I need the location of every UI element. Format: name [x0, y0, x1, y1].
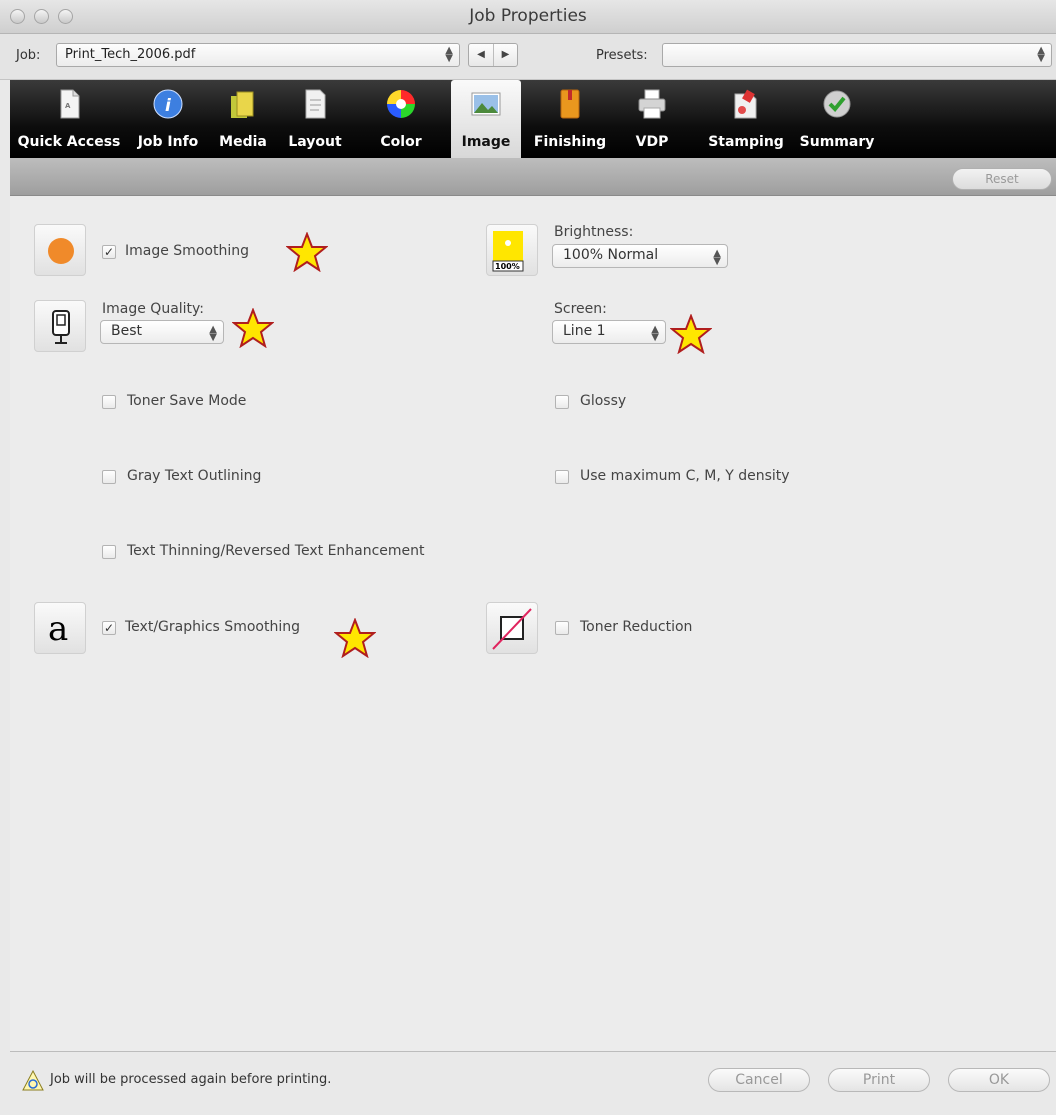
- svg-text:A: A: [65, 102, 71, 110]
- svg-text:100%: 100%: [495, 262, 520, 271]
- toner-reduction-icon: [486, 602, 538, 654]
- image-icon: [471, 92, 501, 116]
- stamping-icon: [734, 89, 757, 119]
- status-message: Job will be processed again before print…: [50, 1072, 332, 1087]
- star-icon: [670, 314, 712, 354]
- updown-arrows-icon: ▲ ▼: [651, 324, 659, 343]
- screen-select[interactable]: Line 1 ▲ ▼: [552, 320, 666, 344]
- star-icon: [334, 618, 376, 658]
- glossy-label: Glossy: [580, 393, 627, 409]
- text-thinning-checkbox[interactable]: [102, 545, 116, 559]
- tab-image[interactable]: Image: [451, 80, 521, 158]
- text-graphics-smoothing-label: Text/Graphics Smoothing: [125, 619, 300, 635]
- image-quality-label: Image Quality:: [102, 301, 205, 317]
- ok-button[interactable]: OK: [948, 1068, 1050, 1092]
- reset-button[interactable]: Reset: [952, 168, 1052, 190]
- text-graphics-smoothing-checkbox[interactable]: ✓: [102, 621, 116, 635]
- job-label: Job:: [16, 48, 41, 63]
- text-graphics-icon: a: [34, 602, 86, 654]
- next-job-button[interactable]: ▶: [493, 44, 517, 66]
- tab-job-info[interactable]: i Job Info: [128, 80, 208, 158]
- presets-select[interactable]: ▲ ▼: [662, 43, 1052, 67]
- cancel-button[interactable]: Cancel: [708, 1068, 810, 1092]
- checkmark-icon: [823, 90, 851, 118]
- gray-text-outlining-checkbox[interactable]: [102, 470, 116, 484]
- screen-label: Screen:: [554, 301, 607, 317]
- job-row: Job: Print_Tech_2006.pdf ▲ ▼ ◀ ▶ Presets:…: [0, 34, 1056, 80]
- tab-finishing[interactable]: Finishing: [528, 80, 612, 158]
- reprocess-warning-icon: [22, 1070, 44, 1091]
- tab-quick-access[interactable]: A Quick Access: [10, 80, 128, 158]
- title-bar: Job Properties: [0, 0, 1056, 34]
- category-toolbar: A Quick Access i Job Info Media Layout C…: [10, 80, 1056, 158]
- finishing-icon: [560, 89, 580, 119]
- toner-save-mode-checkbox[interactable]: [102, 395, 116, 409]
- job-properties-window: Job Properties Job: Print_Tech_2006.pdf …: [0, 0, 1056, 1115]
- tab-vdp[interactable]: VDP: [622, 80, 682, 158]
- job-nav-buttons: ◀ ▶: [468, 43, 518, 67]
- brightness-icon: 100%: [486, 224, 538, 276]
- layout-icon: [305, 89, 326, 119]
- glossy-checkbox[interactable]: [555, 395, 569, 409]
- tab-stamping[interactable]: Stamping: [700, 80, 792, 158]
- max-density-checkbox[interactable]: [555, 470, 569, 484]
- toner-save-mode-label: Toner Save Mode: [127, 393, 247, 409]
- svg-text:a: a: [48, 609, 68, 649]
- toner-reduction-checkbox[interactable]: [555, 621, 569, 635]
- media-icon: [231, 91, 254, 118]
- tab-color[interactable]: Color: [352, 80, 450, 158]
- star-icon: [232, 308, 274, 348]
- text-thinning-label: Text Thinning/Reversed Text Enhancement: [127, 543, 425, 559]
- updown-arrows-icon: ▲ ▼: [445, 45, 453, 64]
- printer-icon: [638, 89, 666, 119]
- brightness-select[interactable]: 100% Normal ▲ ▼: [552, 244, 728, 268]
- job-select[interactable]: Print_Tech_2006.pdf ▲ ▼: [56, 43, 460, 67]
- tab-layout[interactable]: Layout: [278, 80, 352, 158]
- updown-arrows-icon: ▲ ▼: [713, 248, 721, 267]
- print-button[interactable]: Print: [828, 1068, 930, 1092]
- brightness-value: 100% Normal: [563, 247, 659, 263]
- info-icon: i: [153, 89, 183, 119]
- tab-summary[interactable]: Summary: [794, 80, 880, 158]
- tab-media[interactable]: Media: [208, 80, 278, 158]
- footer-bar: Job will be processed again before print…: [10, 1051, 1056, 1115]
- image-smoothing-label: Image Smoothing: [125, 243, 249, 259]
- document-icon: A: [60, 89, 80, 119]
- screen-value: Line 1: [563, 323, 606, 339]
- image-quality-select[interactable]: Best ▲ ▼: [100, 320, 224, 344]
- image-quality-icon: [34, 300, 86, 352]
- image-settings-panel: ✓ Image Smoothing Image Quality: Best ▲ ▼…: [10, 196, 1056, 1051]
- previous-job-button[interactable]: ◀: [469, 44, 493, 66]
- action-bar: Reset: [10, 158, 1056, 196]
- window-title: Job Properties: [469, 6, 587, 26]
- toner-reduction-label: Toner Reduction: [580, 619, 693, 635]
- brightness-label: Brightness:: [554, 224, 634, 240]
- updown-arrows-icon: ▲ ▼: [1037, 45, 1045, 64]
- updown-arrows-icon: ▲ ▼: [209, 324, 217, 343]
- gray-text-outlining-label: Gray Text Outlining: [127, 468, 262, 484]
- image-quality-value: Best: [111, 323, 143, 339]
- image-smoothing-checkbox[interactable]: ✓: [102, 245, 116, 259]
- job-select-value: Print_Tech_2006.pdf: [65, 47, 196, 62]
- max-density-label: Use maximum C, M, Y density: [580, 468, 790, 484]
- presets-label: Presets:: [596, 48, 648, 63]
- color-wheel-icon: [387, 90, 415, 118]
- star-icon: [286, 232, 328, 272]
- image-smoothing-icon: [34, 224, 86, 276]
